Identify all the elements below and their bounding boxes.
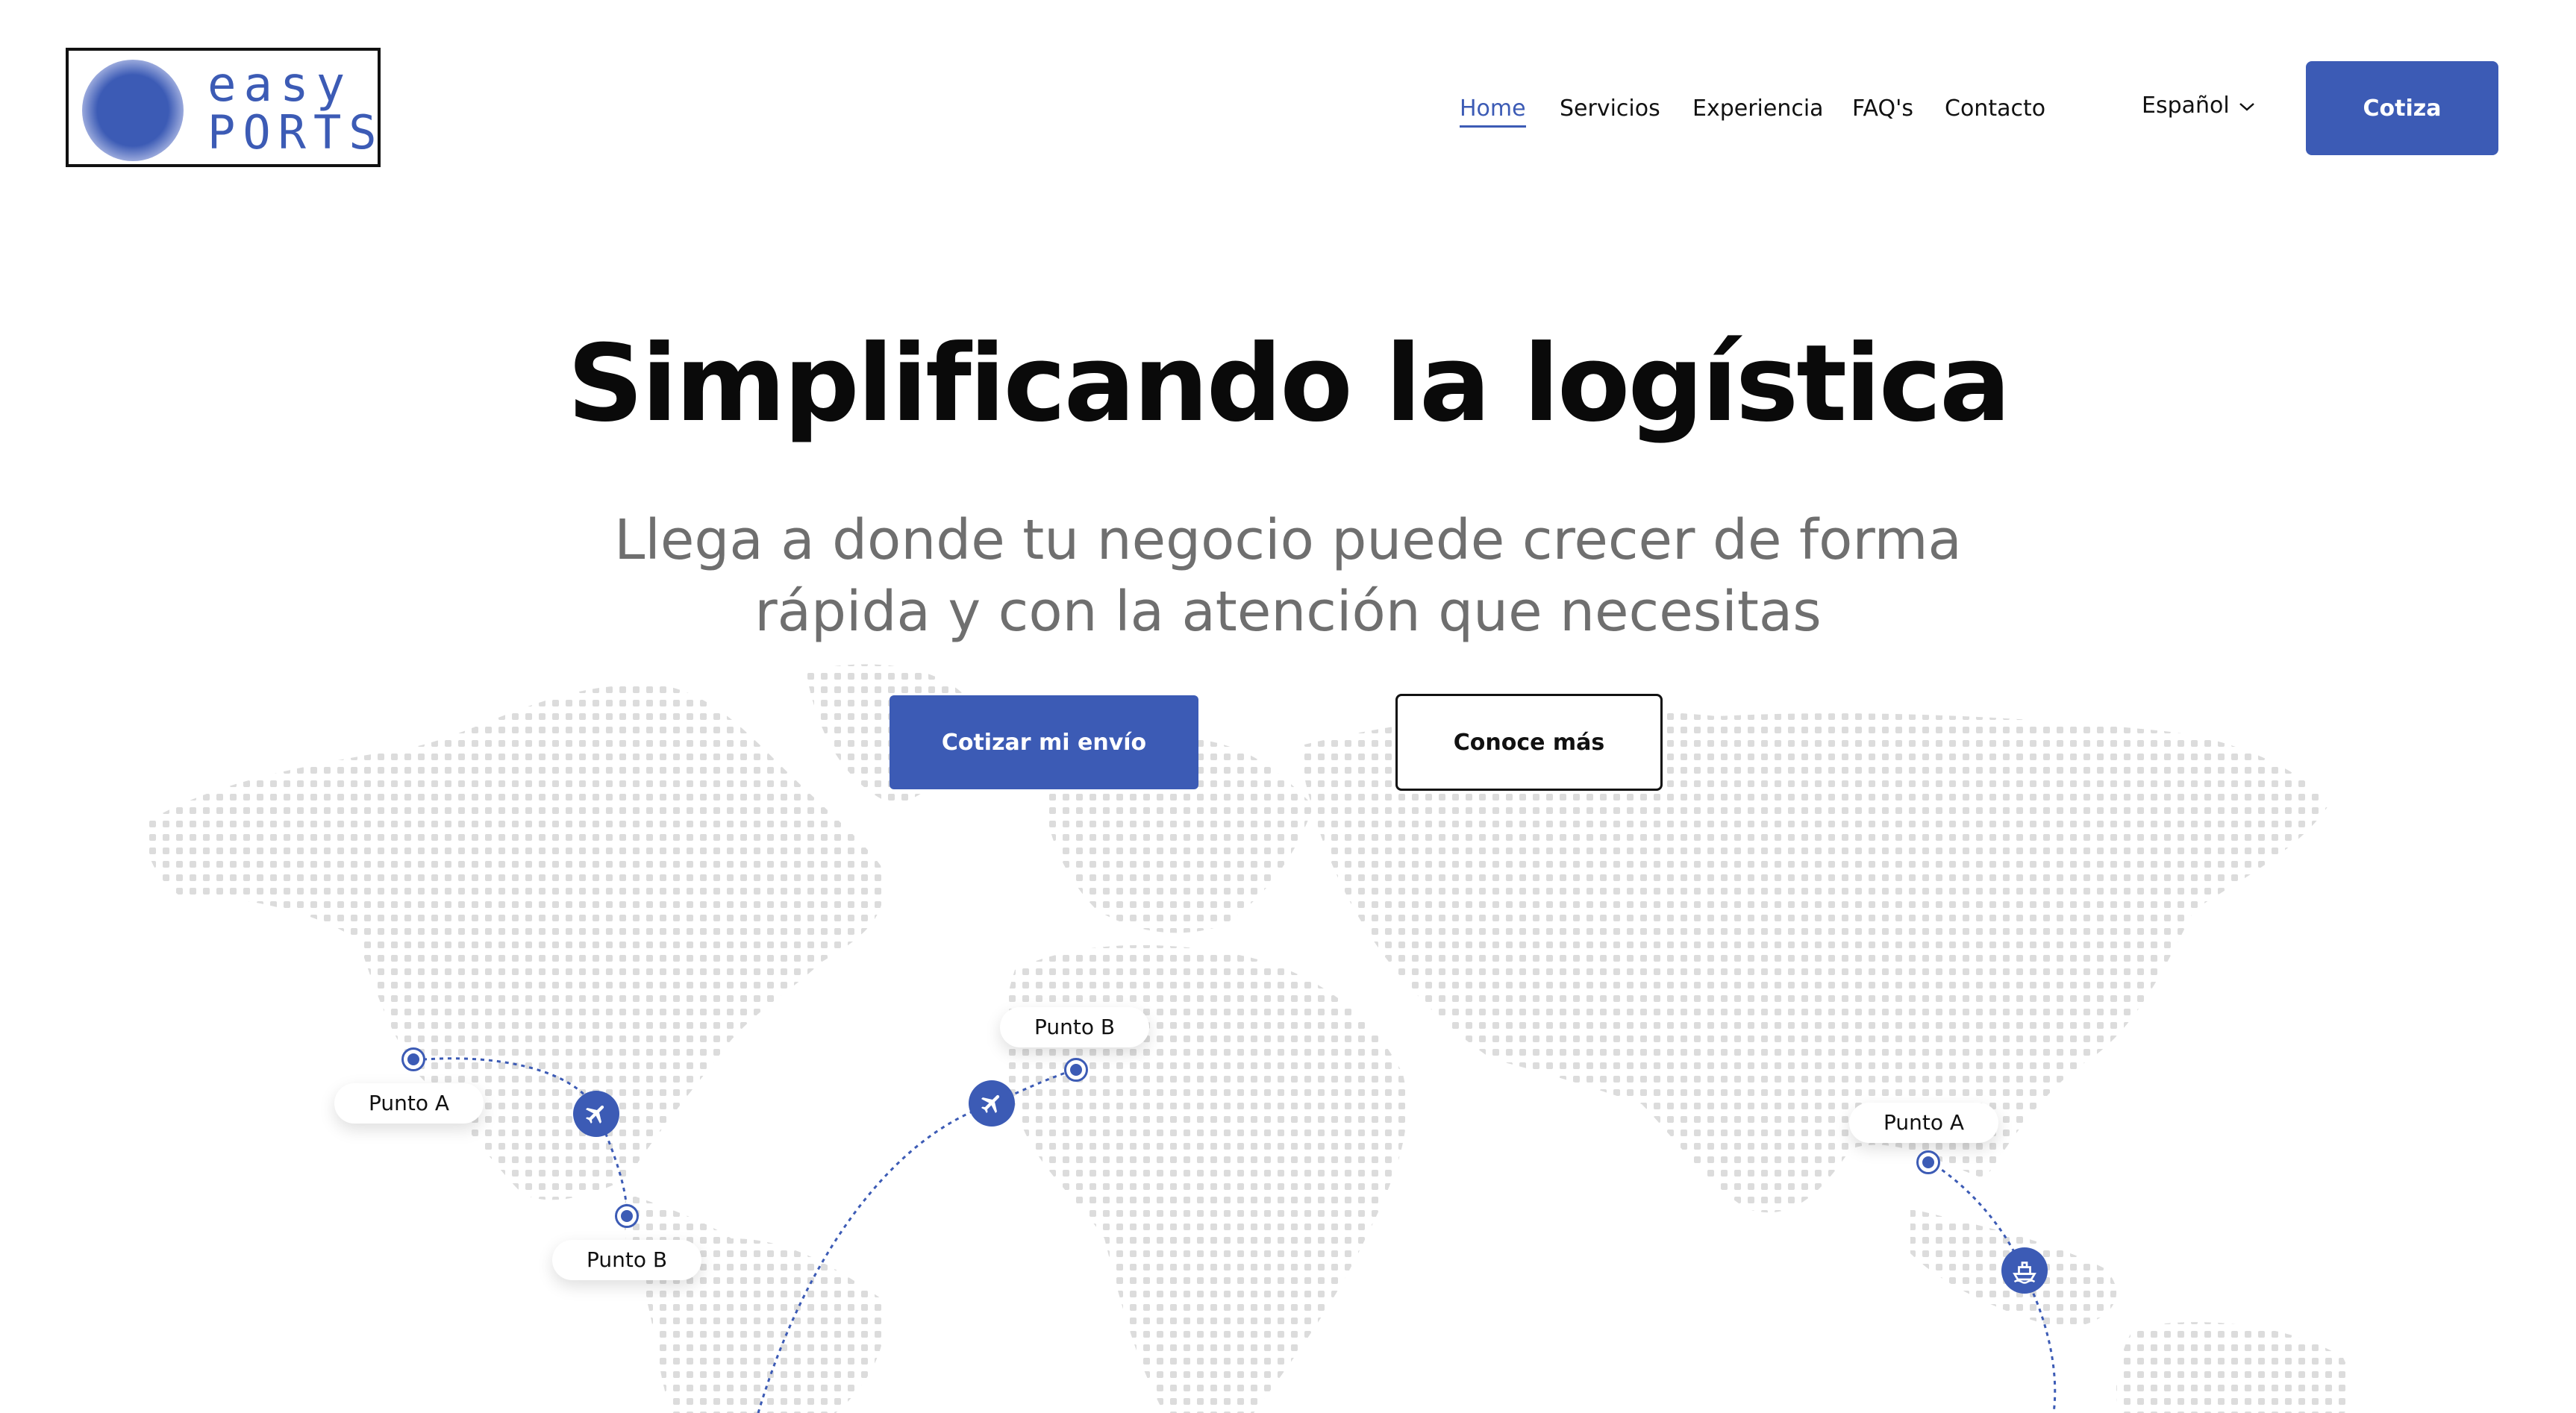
nav-experiencia[interactable]: Experiencia: [1692, 94, 1824, 124]
route-node: [401, 1047, 425, 1071]
language-label: Español: [2142, 93, 2230, 119]
route-node: [615, 1204, 639, 1228]
route-label-origin: Punto A: [334, 1083, 484, 1124]
nav-home[interactable]: Home: [1460, 94, 1526, 128]
route-label-destination: Punto B: [552, 1240, 702, 1280]
route-label-origin: Punto A: [1849, 1103, 1999, 1143]
halftone-globe-icon: [82, 60, 184, 161]
logo-word-easy: easy: [207, 57, 353, 113]
route-node: [1916, 1150, 1940, 1174]
route-label-destination: Punto B: [1000, 1007, 1150, 1047]
language-selector[interactable]: Español: [2142, 91, 2255, 121]
quote-shipment-button[interactable]: Cotizar mi envío: [890, 695, 1198, 789]
hero-subtitle: Llega a donde tu negocio puede crecer de…: [614, 508, 1962, 644]
hero-title: Simplificando la logística: [567, 322, 2011, 445]
airplane-icon: [969, 1080, 1015, 1127]
route-node: [1064, 1058, 1088, 1082]
cotiza-button[interactable]: Cotiza: [2306, 61, 2498, 155]
world-map-background: [146, 664, 2352, 1413]
easy-ports-logo[interactable]: easy PORTS: [66, 48, 381, 167]
nav-servicios[interactable]: Servicios: [1560, 94, 1660, 124]
chevron-down-icon: [2239, 102, 2254, 111]
learn-more-button[interactable]: Conoce más: [1395, 694, 1663, 791]
nav-faqs[interactable]: FAQ's: [1852, 94, 1913, 124]
logo-word-ports: PORTS: [207, 105, 384, 160]
airplane-icon: [573, 1091, 619, 1137]
nav-contacto[interactable]: Contacto: [1945, 94, 2045, 124]
ship-icon: [2001, 1247, 2048, 1294]
